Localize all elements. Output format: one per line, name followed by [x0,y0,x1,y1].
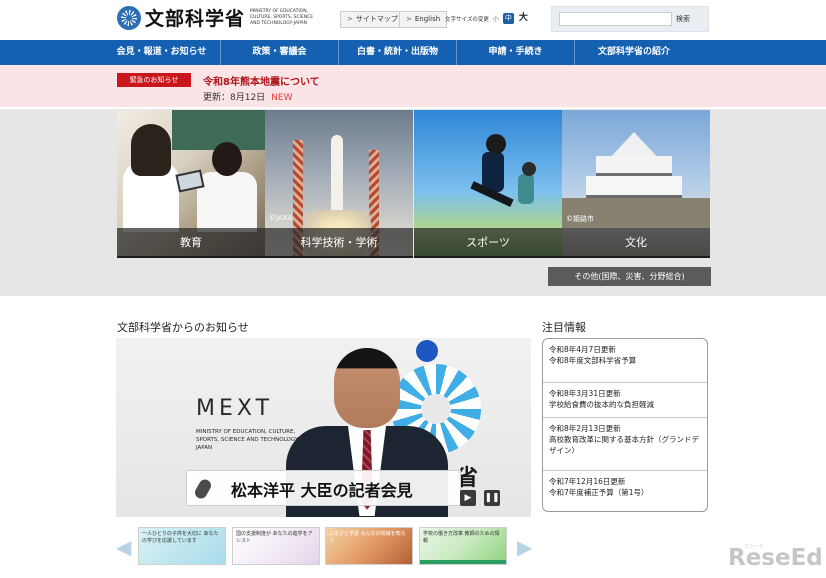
chevron-right-icon: > [406,15,412,23]
category-tile-culture[interactable]: ©姫路市 文化 [562,110,710,258]
castle-roof-image [611,132,657,156]
carousel-prev-button[interactable]: ◀ [116,537,131,557]
minister-head-image [334,348,400,428]
carousel-thumb-text: 国の支援制度が あなたの進学をアシスト [236,531,313,544]
nav-item-publications[interactable]: 白書・統計・出版物 [339,40,457,65]
emergency-label: 緊急のお知らせ [117,73,191,87]
carousel-thumb-text: 一人ひとりの子供を大切に あなたの学びを応援しています [142,531,219,544]
emergency-updated-date: 更新：8月12日 [203,93,266,103]
font-size-label: 文字サイズの変更 [445,16,489,23]
banner-caption: 松本洋平 大臣の記者会見 [186,470,461,506]
search-area: 検索 [551,6,709,32]
carousel-thumb[interactable]: ふるさと学習 みんなの地域を知ろう [325,527,413,565]
teacher-head-image [131,124,171,176]
nav-item-about[interactable]: 文部科学省の紹介 [575,40,693,65]
student-head-image [212,142,242,176]
attention-heading: 注目情報 [542,321,586,334]
logo-text: 文部科学省 [145,8,246,30]
carousel-thumb-text: 学校の働き方改革 教師のための情報 [423,531,500,544]
castle-credit: ©姫路市 [566,215,594,223]
search-button[interactable]: 検索 [676,12,690,26]
mext-emblem-icon [117,5,141,30]
font-large-button[interactable]: 大 [518,13,529,24]
carousel-thumb-text: ふるさと学習 みんなの地域を知ろう [329,531,406,544]
carousel-thumb[interactable]: 国の支援制度が あなたの進学をアシスト [232,527,320,565]
attention-item-date: 令和7年12月16日更新 [549,476,626,486]
attention-item[interactable]: 令和8年3月31日更新 学校給食費の抜本的な負担軽減 [543,383,707,418]
pause-button[interactable]: ❚❚ [484,490,500,506]
runner-head-image [522,162,536,176]
emblem-center [421,394,451,424]
english-label: English [414,15,441,23]
sitemap-label: サイトマップ [355,15,398,23]
emergency-title-link[interactable]: 令和8年熊本地震について [203,73,320,88]
press-conference-banner[interactable]: MEXT MINISTRY OF EDUCATION, CULTURE, SPO… [116,338,531,517]
attention-item-title: 令和8年度文部科学省予算 [549,356,637,365]
category-label-sports: スポーツ [414,228,562,258]
chevron-right-icon: > [347,15,353,23]
emblem-dot [416,340,438,362]
banner-caption-text: 松本洋平 大臣の記者会見 [231,481,413,500]
font-size-switcher: 文字サイズの変更 小 中 大 [445,13,529,24]
emergency-notice: 緊急のお知らせ 令和8年熊本地震について 更新：8月12日 NEW [0,65,826,107]
play-button[interactable]: ▶ [460,490,476,506]
category-label-culture: 文化 [562,228,710,258]
attention-item-title: 高校教育改革に関する基本方針（グランドデザイン） [549,434,699,455]
site-logo[interactable]: 文部科学省 MINISTRY OF EDUCATION, CULTURE, SP… [117,4,322,31]
category-tile-science[interactable]: ©JAXA 科学技術・学術 [265,110,413,258]
castle-tier-image [596,156,672,176]
mext-wordmark: MEXT [196,396,274,421]
attention-item-date: 令和8年2月13日更新 [549,423,621,433]
attention-item-title: 学校給食費の抜本的な負担軽減 [549,399,654,409]
attention-item[interactable]: 令和7年12月16日更新 令和7年度補正予算（第1号） [543,471,707,512]
english-link[interactable]: > English [399,11,448,28]
logo-english-text: MINISTRY OF EDUCATION, CULTURE, SPORTS, … [250,8,314,26]
thumb-stripe [420,560,506,564]
nav-item-press[interactable]: 会見・報道・お知らせ [103,40,221,65]
attention-item[interactable]: 令和8年2月13日更新 高校教育改革に関する基本方針（グランドデザイン） [543,418,707,471]
other-categories-button[interactable]: その他(国際、災害、分野総合) [548,267,711,286]
microphone-icon [192,477,214,501]
attention-item-date: 令和8年4月7日更新 [549,345,616,354]
runner-image [518,174,534,204]
category-label-education: 教育 [117,228,265,258]
nav-item-procedures[interactable]: 申請・手続き [457,40,575,65]
site-header: 文部科学省 MINISTRY OF EDUCATION, CULTURE, SP… [0,0,826,40]
student-image [197,172,257,232]
nav-item-policy[interactable]: 政策・審議会 [221,40,339,65]
font-medium-button[interactable]: 中 [502,13,514,24]
jaxa-credit: ©JAXA [269,214,293,222]
carousel-next-button[interactable]: ▶ [517,537,532,557]
news-heading: 文部科学省からのお知らせ [117,321,249,334]
attention-item-date: 令和8年3月31日更新 [549,388,621,398]
search-input[interactable] [559,12,672,26]
attention-item[interactable]: 令和8年4月7日更新 令和8年度文部科学省予算 [543,339,707,383]
category-tile-sports[interactable]: スポーツ [414,110,562,258]
watermark-logo: ReseEd [728,545,823,571]
font-small-button[interactable]: 小 [493,14,499,23]
global-nav: 会見・報道・お知らせ 政策・審議会 白書・統計・出版物 申請・手続き 文部科学省… [0,40,826,65]
category-tile-education[interactable]: 教育 [117,110,265,258]
category-label-science: 科学技術・学術 [265,228,413,258]
attention-item-title: 令和7年度補正予算（第1号） [549,487,649,497]
carousel-thumb[interactable]: 学校の働き方改革 教師のための情報 [419,527,507,565]
attention-list: 令和8年4月7日更新 令和8年度文部科学省予算 令和8年3月31日更新 学校給食… [542,338,708,512]
runner-head-image [486,134,506,154]
new-badge: NEW [271,93,293,103]
emergency-updated: 更新：8月12日 NEW [203,90,293,103]
carousel-thumb[interactable]: 一人ひとりの子供を大切に あなたの学びを応援しています [138,527,226,565]
sitemap-link[interactable]: > サイトマップ [340,11,405,28]
castle-tier-image [586,176,682,198]
